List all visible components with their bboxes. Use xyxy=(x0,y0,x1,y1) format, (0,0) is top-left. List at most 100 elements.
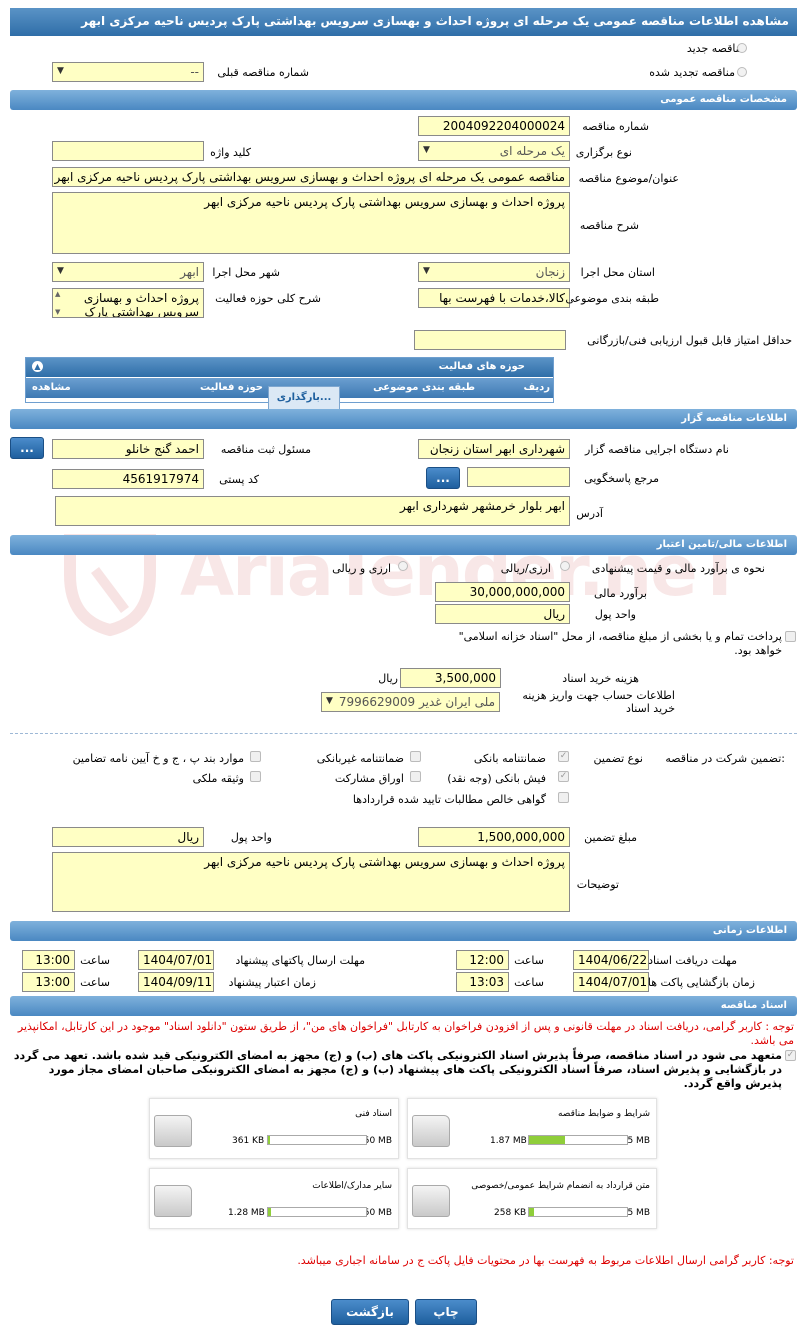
registrar-field[interactable]: احمد گنج خانلو xyxy=(52,439,204,459)
folder-icon xyxy=(412,1115,450,1147)
doc-card-other[interactable]: سایر مدارک/اطلاعات 50 MB 1.28 MB xyxy=(149,1168,399,1229)
col-category: طبقه بندی موضوعی xyxy=(373,382,475,393)
category-field[interactable]: کالا،خدمات با فهرست بها xyxy=(418,288,570,308)
doc-deadline-date[interactable]: 1404/06/22 xyxy=(573,950,649,970)
postal-code-field[interactable]: 4561917974 xyxy=(52,469,204,489)
city-select[interactable]: ابهر ▼ xyxy=(52,262,204,282)
subject-field[interactable]: مناقصه عمومی یک مرحله ای پروژه احداث و ب… xyxy=(52,167,570,187)
guarantee-amount-field[interactable]: 1,500,000,000 xyxy=(418,827,570,847)
opening-time-label: ساعت xyxy=(514,976,544,989)
finance-section-header: اطلاعات مالی/تامین اعتبار xyxy=(10,535,797,555)
min-score-label: حداقل امتیاز قابل قبول ارزیابی فنی/بازرگ… xyxy=(587,334,792,347)
scroll-down-icon[interactable]: ▼ xyxy=(55,308,60,316)
treasury-checkbox[interactable] xyxy=(785,631,796,642)
new-tender-radio[interactable] xyxy=(737,43,747,53)
renewed-tender-label: مناقصه تجدید شده xyxy=(649,66,735,79)
reference-label: مرجع پاسخگویی xyxy=(584,472,659,485)
currency-unit-label: واحد پول xyxy=(594,608,636,621)
doc-deadline-label: مهلت دریافت اسناد xyxy=(648,954,737,967)
timing-section-header: اطلاعات زمانی xyxy=(10,921,797,941)
organization-field[interactable]: شهرداری ابهر استان زنجان xyxy=(418,439,570,459)
doc-progress xyxy=(267,1207,367,1217)
doc-card-technical[interactable]: اسناد فنی 50 MB 361 KB xyxy=(149,1098,399,1159)
chevron-down-icon: ▼ xyxy=(423,145,430,155)
bank-guarantee-checkbox[interactable]: ✓ xyxy=(558,751,569,762)
cash-receipt-label: فیش بانکی (وجه نقد) xyxy=(447,772,546,785)
doc-title: شرایط و ضوابط مناقصه xyxy=(557,1109,650,1119)
clause-guarantee-checkbox[interactable] xyxy=(250,751,261,762)
guarantee-notes-label: توضیحات xyxy=(576,878,619,891)
commitment-checkbox[interactable]: ✓ xyxy=(785,1050,796,1061)
collapse-icon[interactable]: ▲ xyxy=(32,361,43,372)
opening-time[interactable]: 13:03 xyxy=(456,972,509,992)
doc-max: 5 MB xyxy=(627,1208,650,1218)
doc-title: متن قرارداد به انضمام شرایط عمومی/خصوصی xyxy=(471,1181,650,1191)
reference-more-button[interactable]: ... xyxy=(426,467,460,489)
doc-cost-field[interactable]: 3,500,000 xyxy=(400,668,501,688)
estimate-amount-field[interactable]: 30,000,000,000 xyxy=(435,582,570,602)
cash-receipt-checkbox[interactable]: ✓ xyxy=(558,771,569,782)
col-row: ردیف xyxy=(523,382,550,393)
validity-date[interactable]: 1404/09/11 xyxy=(138,972,214,992)
holding-type-label: نوع برگزاری xyxy=(575,146,632,159)
renewed-tender-radio[interactable] xyxy=(737,67,747,77)
back-button[interactable]: بازگشت xyxy=(331,1299,409,1325)
doc-progress xyxy=(528,1135,628,1145)
province-label: استان محل اجرا xyxy=(580,266,655,279)
loading-indicator: بارگذاری... xyxy=(268,386,340,410)
description-label: شرح مناقصه xyxy=(579,219,639,232)
page-title: مشاهده اطلاعات مناقصه عمومی یک مرحله ای … xyxy=(10,8,797,36)
holding-type-select[interactable]: یک مرحله ای ▼ xyxy=(418,141,570,161)
rial-currency-label: ارزی/ریالی xyxy=(500,562,551,575)
bonds-checkbox[interactable] xyxy=(410,771,421,782)
activity-desc-field[interactable]: پروژه احداث و بهسازی سرویس بهداشتی پارک xyxy=(52,288,204,318)
currency-unit-field[interactable]: ریال xyxy=(435,604,570,624)
currency-and-rial-radio[interactable] xyxy=(398,561,408,571)
doc-card-contract[interactable]: متن قرارداد به انضمام شرایط عمومی/خصوصی … xyxy=(407,1168,657,1229)
property-collateral-label: وثیقه ملکی xyxy=(192,772,244,785)
guarantee-notes-field[interactable]: پروژه احداث و بهسازی سرویس بهداشتی پارک … xyxy=(52,852,570,912)
keyword-field[interactable] xyxy=(52,141,204,161)
doc-progress-fill xyxy=(268,1208,271,1216)
validity-time[interactable]: 13:00 xyxy=(22,972,75,992)
estimate-method-label: نحوه ی برآورد مالی و قیمت پیشنهادی xyxy=(591,562,765,575)
documents-notice: توجه : کاربر گرامی، دریافت اسناد در مهلت… xyxy=(17,1020,794,1047)
rial-currency-radio[interactable] xyxy=(560,561,570,571)
doc-max: 50 MB xyxy=(363,1208,392,1218)
min-score-field[interactable] xyxy=(414,330,566,350)
print-button[interactable]: چاپ xyxy=(415,1299,477,1325)
bank-account-select[interactable]: ملی ایران غدیر 7996629009 ▼ xyxy=(321,692,500,712)
doc-progress-fill xyxy=(529,1208,534,1216)
doc-card-terms[interactable]: شرایط و ضوابط مناقصه 5 MB 1.87 MB xyxy=(407,1098,657,1159)
doc-size: 1.28 MB xyxy=(228,1208,265,1218)
submit-deadline-time[interactable]: 13:00 xyxy=(22,950,75,970)
nonbank-guarantee-checkbox[interactable] xyxy=(410,751,421,762)
address-field[interactable]: ابهر بلوار خرمشهر شهرداری ابهر xyxy=(55,496,570,526)
col-activity: حوزه فعالیت xyxy=(200,382,263,393)
guarantee-type-label: نوع تضمین xyxy=(593,752,643,765)
province-select[interactable]: زنجان ▼ xyxy=(418,262,570,282)
doc-deadline-time[interactable]: 12:00 xyxy=(456,950,509,970)
scroll-up-icon[interactable]: ▲ xyxy=(55,290,60,298)
address-label: آدرس xyxy=(576,507,603,520)
chevron-down-icon: ▼ xyxy=(326,696,333,706)
description-field[interactable]: پروژه احداث و بهسازی سرویس بهداشتی پارک … xyxy=(52,192,570,254)
city-label: شهر محل اجرا xyxy=(212,266,280,279)
tender-number-field[interactable]: 2004092204000024 xyxy=(418,116,570,136)
col-view: مشاهده xyxy=(32,382,71,393)
opening-date[interactable]: 1404/07/01 xyxy=(573,972,649,992)
registrar-more-button[interactable]: ... xyxy=(10,437,44,459)
prev-tender-select[interactable]: -- ▼ xyxy=(52,62,204,82)
category-label: طبقه بندی موضوعی xyxy=(565,292,659,305)
doc-progress xyxy=(528,1207,628,1217)
guarantee-unit-label: واحد پول xyxy=(230,831,272,844)
keyword-label: کلید واژه xyxy=(210,146,251,159)
property-collateral-checkbox[interactable] xyxy=(250,771,261,782)
bank-guarantee-label: ضمانتنامه بانکی xyxy=(473,752,546,765)
nonbank-guarantee-label: ضمانتنامه غیربانکی xyxy=(316,752,404,765)
submit-deadline-label: مهلت ارسال پاکتهای پیشنهاد xyxy=(235,954,365,967)
submit-deadline-date[interactable]: 1404/07/01 xyxy=(138,950,214,970)
receivables-checkbox[interactable] xyxy=(558,792,569,803)
reference-field[interactable] xyxy=(467,467,570,487)
guarantee-unit-field[interactable]: ریال xyxy=(52,827,204,847)
